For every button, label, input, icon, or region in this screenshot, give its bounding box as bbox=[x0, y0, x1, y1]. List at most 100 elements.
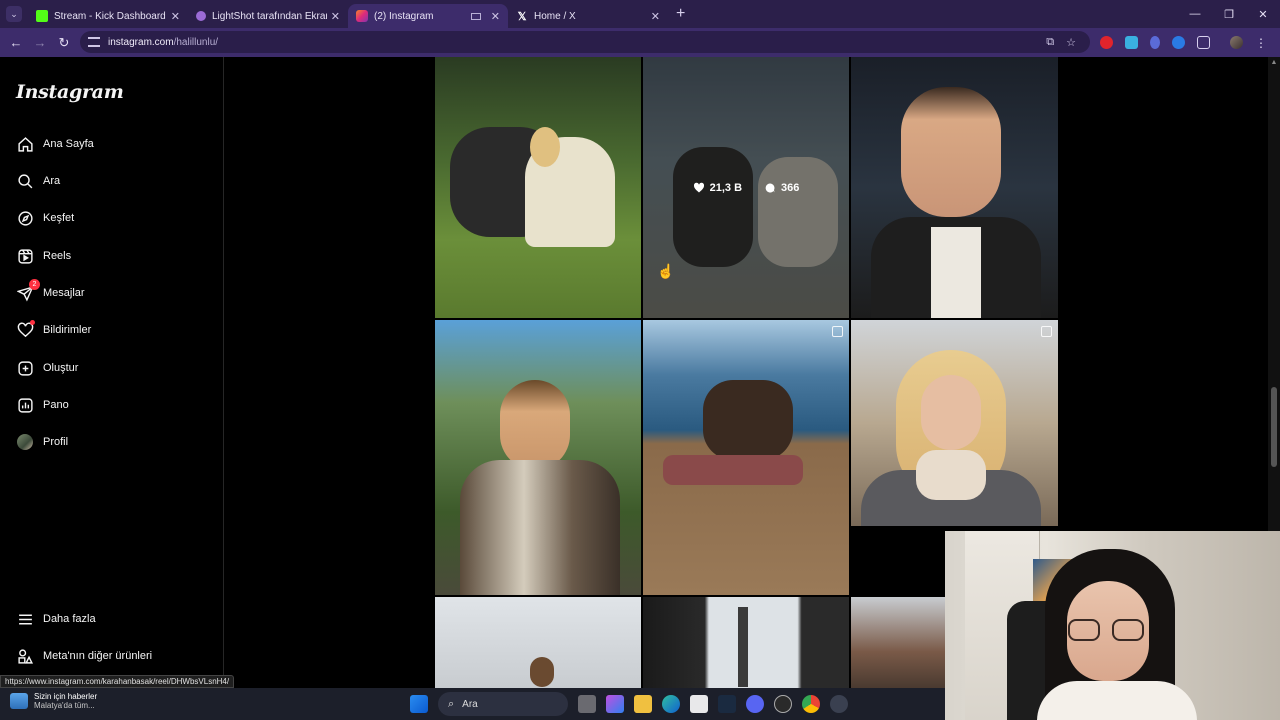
task-view-icon[interactable] bbox=[578, 695, 596, 713]
restore-icon[interactable]: ❐ bbox=[1212, 8, 1246, 21]
edge-icon[interactable] bbox=[662, 695, 680, 713]
store-icon[interactable] bbox=[690, 695, 708, 713]
news-widget[interactable]: Sizin için haberler Malatya'da tüm... bbox=[10, 692, 97, 710]
url-text: instagram.com/halillunlu/ bbox=[108, 37, 218, 48]
taskbar-apps: ⌕ Ara bbox=[410, 692, 848, 716]
copilot-icon[interactable] bbox=[606, 695, 624, 713]
nav-label: Ara bbox=[43, 175, 61, 187]
nav-label: Mesajlar bbox=[43, 287, 85, 299]
post-thumbnail[interactable] bbox=[435, 320, 641, 595]
nav-label: Ana Sayfa bbox=[43, 138, 94, 150]
address-bar[interactable]: instagram.com/halillunlu/ ⧉ ☆ bbox=[80, 31, 1090, 53]
url-path: /halillunlu/ bbox=[173, 36, 219, 48]
start-button-icon[interactable] bbox=[410, 695, 428, 713]
tab-lightshot[interactable]: LightShot tarafından Ekran Gör ✕ bbox=[188, 4, 348, 28]
lightshot-favicon-icon bbox=[196, 11, 206, 21]
file-explorer-icon[interactable] bbox=[634, 695, 652, 713]
reel-indicator-icon bbox=[832, 326, 843, 337]
nav-label: Daha fazla bbox=[43, 613, 96, 625]
likes-count: 21,3 B bbox=[709, 181, 743, 194]
messages-icon: 2 bbox=[16, 279, 40, 302]
post-thumbnail[interactable] bbox=[851, 320, 1058, 526]
instagram-favicon-icon bbox=[356, 10, 368, 22]
extension-blue-icon[interactable] bbox=[1172, 36, 1185, 49]
close-tab-icon[interactable]: ✕ bbox=[331, 10, 340, 23]
instagram-logo[interactable]: Instagram bbox=[16, 81, 124, 103]
nav-item-home[interactable]: Ana Sayfa bbox=[16, 132, 94, 156]
tab-title: Stream - Kick Dashboard bbox=[54, 10, 166, 22]
close-tab-icon[interactable]: ✕ bbox=[491, 10, 500, 23]
tab-x[interactable]: 𝕏 Home / X ✕ bbox=[508, 4, 668, 28]
install-app-icon[interactable]: ⧉ bbox=[1046, 36, 1054, 49]
nav-item-meta-products[interactable]: Meta'nın diğer ürünleri bbox=[16, 644, 152, 668]
obs-icon[interactable] bbox=[774, 695, 792, 713]
dashboard-icon bbox=[16, 396, 34, 414]
site-settings-icon[interactable] bbox=[88, 37, 100, 47]
discord-icon[interactable] bbox=[746, 695, 764, 713]
forward-arrow-icon[interactable]: → bbox=[28, 35, 52, 50]
tab-search-button[interactable]: ⌄ bbox=[6, 6, 22, 22]
nav-item-more[interactable]: Daha fazla bbox=[16, 607, 96, 631]
news-subtitle: Malatya'da tüm... bbox=[34, 701, 95, 710]
scroll-up-icon[interactable]: ▲ bbox=[1268, 59, 1280, 66]
close-window-icon[interactable]: ✕ bbox=[1246, 8, 1280, 21]
nav-label: Oluştur bbox=[43, 362, 79, 374]
chrome-icon[interactable] bbox=[802, 695, 820, 713]
minimize-icon[interactable]: — bbox=[1178, 8, 1212, 20]
nav-item-dashboard[interactable]: Pano bbox=[16, 393, 69, 417]
taskbar-search[interactable]: ⌕ Ara bbox=[438, 692, 568, 716]
post-thumbnail[interactable] bbox=[643, 597, 849, 688]
nav-item-search[interactable]: Ara bbox=[16, 169, 60, 193]
nav-item-reels[interactable]: Reels bbox=[16, 244, 71, 268]
create-icon bbox=[16, 359, 34, 377]
extensions-area: ⋮ bbox=[1100, 28, 1267, 57]
extension-red-icon[interactable] bbox=[1100, 36, 1113, 49]
menu-icon bbox=[16, 610, 34, 628]
comments-stat: 366 bbox=[764, 182, 799, 194]
nav-label: Bildirimler bbox=[43, 324, 92, 336]
reel-indicator-icon bbox=[1041, 326, 1052, 337]
nav-item-notifications[interactable]: Bildirimler bbox=[16, 318, 91, 342]
browser-menu-icon[interactable]: ⋮ bbox=[1255, 36, 1267, 50]
post-thumbnail[interactable] bbox=[435, 57, 641, 318]
extension-translate-icon[interactable] bbox=[1125, 36, 1138, 49]
notification-dot bbox=[30, 320, 35, 325]
heart-icon bbox=[16, 320, 35, 339]
messages-badge: 2 bbox=[29, 279, 40, 290]
comment-bubble-icon bbox=[765, 183, 775, 192]
nav-item-messages[interactable]: 2 Mesajlar bbox=[16, 279, 85, 305]
profile-avatar-icon[interactable] bbox=[1230, 36, 1243, 49]
tab-instagram[interactable]: (2) Instagram ✕ bbox=[348, 4, 508, 28]
reload-icon[interactable]: ↻ bbox=[52, 35, 76, 51]
back-arrow-icon[interactable]: ← bbox=[4, 35, 28, 50]
meta-products-icon bbox=[16, 647, 34, 665]
nav-item-profile[interactable]: Profil bbox=[16, 430, 68, 454]
tab-kick[interactable]: Stream - Kick Dashboard ✕ bbox=[28, 4, 188, 28]
weather-icon bbox=[10, 693, 28, 709]
post-thumbnail[interactable] bbox=[643, 320, 849, 595]
close-tab-icon[interactable]: ✕ bbox=[651, 10, 660, 23]
tab-title: LightShot tarafından Ekran Gör bbox=[212, 10, 327, 22]
nav-label: Profil bbox=[43, 436, 69, 448]
url-host: instagram.com bbox=[108, 36, 174, 48]
steam-icon[interactable] bbox=[718, 695, 736, 713]
x-favicon-icon: 𝕏 bbox=[517, 11, 527, 23]
windows-taskbar: Sizin için haberler Malatya'da tüm... ⌕ … bbox=[0, 688, 945, 720]
extensions-puzzle-icon[interactable] bbox=[1197, 36, 1210, 49]
settings-gear-icon[interactable] bbox=[830, 695, 848, 713]
post-thumbnail[interactable] bbox=[851, 57, 1058, 318]
close-tab-icon[interactable]: ✕ bbox=[171, 10, 180, 23]
scrollbar-thumb[interactable] bbox=[1271, 387, 1277, 467]
bookmark-star-icon[interactable]: ☆ bbox=[1066, 36, 1076, 49]
kick-favicon-icon bbox=[36, 10, 48, 22]
new-tab-button[interactable]: + bbox=[676, 5, 685, 23]
post-thumbnail[interactable] bbox=[435, 597, 641, 688]
nav-item-explore[interactable]: Keşfet bbox=[16, 206, 74, 230]
browser-toolbar: ← → ↻ instagram.com/halillunlu/ ⧉ ☆ ⋮ bbox=[0, 28, 1280, 57]
avatar bbox=[16, 433, 34, 451]
nav-item-create[interactable]: Oluştur bbox=[16, 356, 78, 380]
link-status-url: https://www.instagram.com/karahanbasak/r… bbox=[0, 675, 235, 688]
nav-label: Keşfet bbox=[43, 212, 75, 224]
comments-count: 366 bbox=[781, 181, 800, 194]
extension-audio-icon[interactable] bbox=[1150, 36, 1160, 49]
